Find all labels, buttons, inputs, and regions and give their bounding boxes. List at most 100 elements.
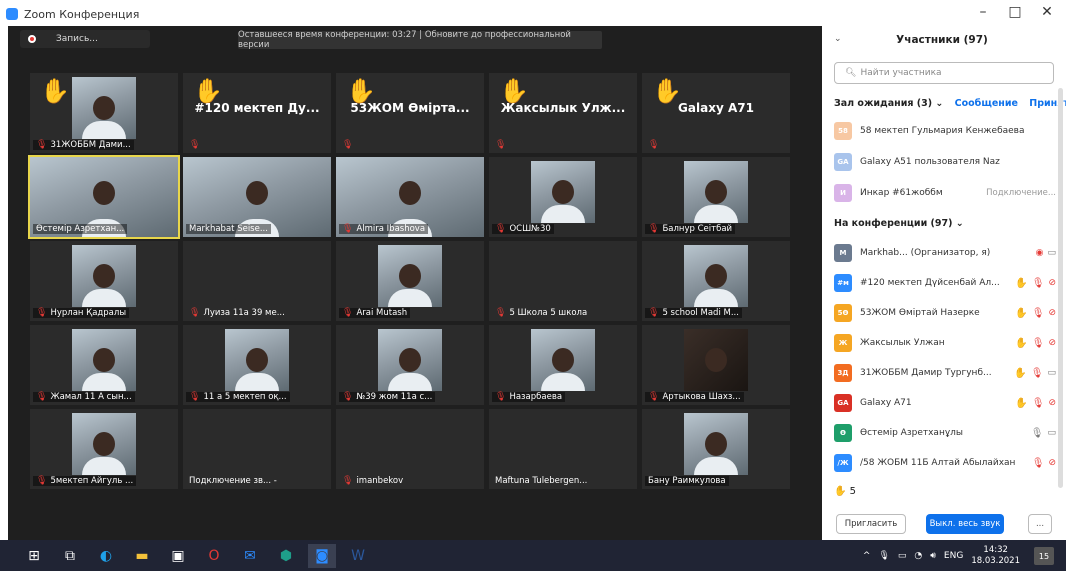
mic-tray-icon[interactable]: 🎙︎: [878, 551, 889, 561]
in-conference-title: На конференции (97): [834, 218, 953, 229]
muted-mic-icon: 🎙︎: [342, 392, 354, 402]
clock[interactable]: 14:32 18.03.2021: [971, 545, 1020, 565]
network-icon[interactable]: ◔: [914, 551, 922, 561]
video-tile[interactable]: ✋ Жаксылык Улж... 🎙︎: [489, 73, 637, 153]
search-input[interactable]: 🔍︎ Найти участника: [834, 62, 1054, 84]
muted-mic-icon: 🎙︎: [189, 308, 201, 318]
video-tile[interactable]: Өстемір Азретхан...: [28, 155, 180, 239]
video-tile[interactable]: ✋ 🎙︎ 31ЖОББМ Дами...: [30, 73, 178, 153]
video-tile[interactable]: 🎙︎ Arai Mutash: [336, 241, 484, 321]
system-tray: ^ 🎙︎ ▭ ◔ 🔊︎ ENG 14:32 18.03.2021: [863, 540, 1020, 571]
video-icon[interactable]: ▭: [1047, 248, 1056, 258]
waiting-participant-name: 58 мектеп Гульмария Кенжебаева: [860, 126, 1025, 136]
muted-mic-icon[interactable]: 🎙︎: [1032, 278, 1045, 289]
participant-row[interactable]: 3Д 31ЖОББМ Дамир Тургунб... ✋ 🎙︎ ▭: [834, 362, 1056, 384]
video-tile[interactable]: Maftuna Tulebergen...: [489, 409, 637, 489]
video-tile[interactable]: 🎙︎ №39 жом 11а с...: [336, 325, 484, 405]
video-tile[interactable]: ✋ Galaxy A71 🎙︎: [642, 73, 790, 153]
minimize-button[interactable]: –: [968, 4, 998, 20]
video-tile[interactable]: 🎙︎ Нурлан Қадралы: [30, 241, 178, 321]
video-off-icon[interactable]: ⊘: [1048, 308, 1056, 318]
video-tile[interactable]: 🎙︎ Almira Ibashova: [336, 157, 484, 237]
waiting-participant-row[interactable]: GA Galaxy A51 пользователя Naz: [834, 151, 1056, 173]
video-tile[interactable]: 🎙︎ Балнур Сеітбай: [642, 157, 790, 237]
participant-row[interactable]: GA Galaxy A71 ✋ 🎙︎ ⊘: [834, 392, 1056, 414]
windows-icon[interactable]: ⊞: [20, 544, 48, 568]
video-icon[interactable]: ▭: [1047, 428, 1056, 438]
opera-icon[interactable]: O: [200, 544, 228, 568]
taskview-icon[interactable]: ⧉: [56, 544, 84, 568]
video-tile[interactable]: 🎙︎ Луиза 11а 39 ме...: [183, 241, 331, 321]
raised-hand-icon[interactable]: ✋: [1015, 278, 1027, 289]
participant-row[interactable]: /Ж/58 ЖОБМ 11Б Алтай Абылайхан 🎙︎ ⊘: [834, 452, 1056, 474]
edge-icon[interactable]: ◐: [92, 544, 120, 568]
muted-mic-icon[interactable]: 🎙︎: [1031, 368, 1044, 379]
video-tile[interactable]: 🎙︎ Артыкова Шахз...: [642, 325, 790, 405]
mail-icon[interactable]: ✉: [236, 544, 264, 568]
participant-row[interactable]: Ө Өстемір Азретханұлы 🎙︎ ▭: [834, 422, 1056, 444]
raised-hand-icon: ✋: [40, 77, 70, 105]
waiting-participant-row[interactable]: И Инкар #61жоббм Подключение...: [834, 182, 1056, 204]
panel-scrollbar[interactable]: [1058, 88, 1063, 488]
video-tile[interactable]: 🎙︎ 5мектеп Айгуль ...: [30, 409, 178, 489]
recording-icon[interactable]: ◉: [1036, 248, 1044, 258]
waiting-message-button[interactable]: Сообщение: [955, 98, 1018, 109]
record-button[interactable]: Запись...: [20, 30, 150, 48]
maximize-button[interactable]: □: [1000, 4, 1030, 20]
raised-hand-icon[interactable]: ✋: [1014, 368, 1026, 379]
video-tile[interactable]: 🎙︎ ОСШ№30: [489, 157, 637, 237]
close-button[interactable]: ✕: [1032, 4, 1062, 20]
participant-row[interactable]: M Markhab... (Организатор, я) ◉ ▭: [834, 242, 1056, 264]
more-button[interactable]: ...: [1028, 514, 1052, 534]
video-tile[interactable]: Markhabat Seise...: [183, 157, 331, 237]
battery-icon[interactable]: ▭: [898, 551, 907, 561]
participant-row[interactable]: Ж Жаксылык Улжан ✋ 🎙︎ ⊘: [834, 332, 1056, 354]
search-icon: 🔍︎: [845, 68, 857, 78]
video-tile[interactable]: Бану Раимкулова: [642, 409, 790, 489]
video-off-icon[interactable]: ⊘: [1048, 398, 1056, 408]
notification-center-button[interactable]: 15: [1034, 547, 1054, 565]
video-tile[interactable]: Подключение зв... -: [183, 409, 331, 489]
muted-mic-icon[interactable]: 🎙︎: [1032, 338, 1045, 349]
app-icon[interactable]: ⬢: [272, 544, 300, 568]
zoom-icon[interactable]: ◙: [308, 543, 336, 568]
participant-row[interactable]: 5Ө 53ЖОМ Өміртай Назерке ✋ 🎙︎ ⊘: [834, 302, 1056, 324]
avatar: #м: [834, 274, 852, 292]
explorer-icon[interactable]: ▬: [128, 544, 156, 568]
person-body: [82, 121, 126, 139]
raised-hand-icon[interactable]: ✋: [1015, 308, 1027, 319]
video-off-icon[interactable]: ⊘: [1048, 458, 1056, 468]
mic-icon[interactable]: 🎙︎: [1031, 428, 1044, 439]
video-tile[interactable]: ✋ 53ЖОМ Өміртa... 🎙︎: [336, 73, 484, 153]
raised-hand-icon[interactable]: ✋: [1015, 398, 1027, 409]
video-tile[interactable]: 🎙︎ Жамал 11 А сын...: [30, 325, 178, 405]
waiting-participant-row[interactable]: 58 58 мектеп Гульмария Кенжебаева: [834, 120, 1056, 142]
invite-button[interactable]: Пригласить: [836, 514, 906, 534]
store-icon[interactable]: ▣: [164, 544, 192, 568]
muted-mic-icon[interactable]: 🎙︎: [1032, 308, 1045, 319]
volume-icon[interactable]: 🔊︎: [930, 551, 936, 561]
muted-mic-icon[interactable]: 🎙︎: [1032, 458, 1045, 469]
video-icon[interactable]: ▭: [1047, 368, 1056, 378]
video-tile[interactable]: 🎙︎ 5 Школа 5 школа: [489, 241, 637, 321]
video-tile[interactable]: 🎙︎ 11 а 5 мектеп оқ...: [183, 325, 331, 405]
waiting-room-title[interactable]: Зал ожидания (3): [834, 98, 932, 109]
tile-display-name: Galaxy A71: [678, 101, 754, 115]
time-remaining-banner[interactable]: Оставшееся время конференции: 03:27 | Об…: [238, 30, 602, 50]
word-icon[interactable]: W: [344, 544, 372, 568]
language-indicator[interactable]: ENG: [944, 551, 963, 561]
raised-hand-icon[interactable]: ✋: [1015, 338, 1027, 349]
avatar: 58: [834, 122, 852, 140]
muted-mic-icon: 🎙︎: [648, 140, 660, 150]
video-tile[interactable]: 🎙︎ Назарбаева: [489, 325, 637, 405]
video-off-icon[interactable]: ⊘: [1048, 338, 1056, 348]
participant-row[interactable]: #м #120 мектеп Дүйсенбай Ал... ✋ 🎙︎ ⊘: [834, 272, 1056, 294]
in-conference-header[interactable]: На конференции (97) ⌄: [834, 218, 964, 229]
tray-chevron-icon[interactable]: ^: [863, 551, 871, 561]
video-tile[interactable]: ✋ #120 мектеп Ду... 🎙︎: [183, 73, 331, 153]
video-tile[interactable]: 🎙︎ 5 school Madi M...: [642, 241, 790, 321]
video-off-icon[interactable]: ⊘: [1048, 278, 1056, 288]
muted-mic-icon[interactable]: 🎙︎: [1032, 398, 1045, 409]
video-tile[interactable]: 🎙︎ imanbekov: [336, 409, 484, 489]
mute-all-button[interactable]: Выкл. весь звук: [926, 514, 1004, 534]
